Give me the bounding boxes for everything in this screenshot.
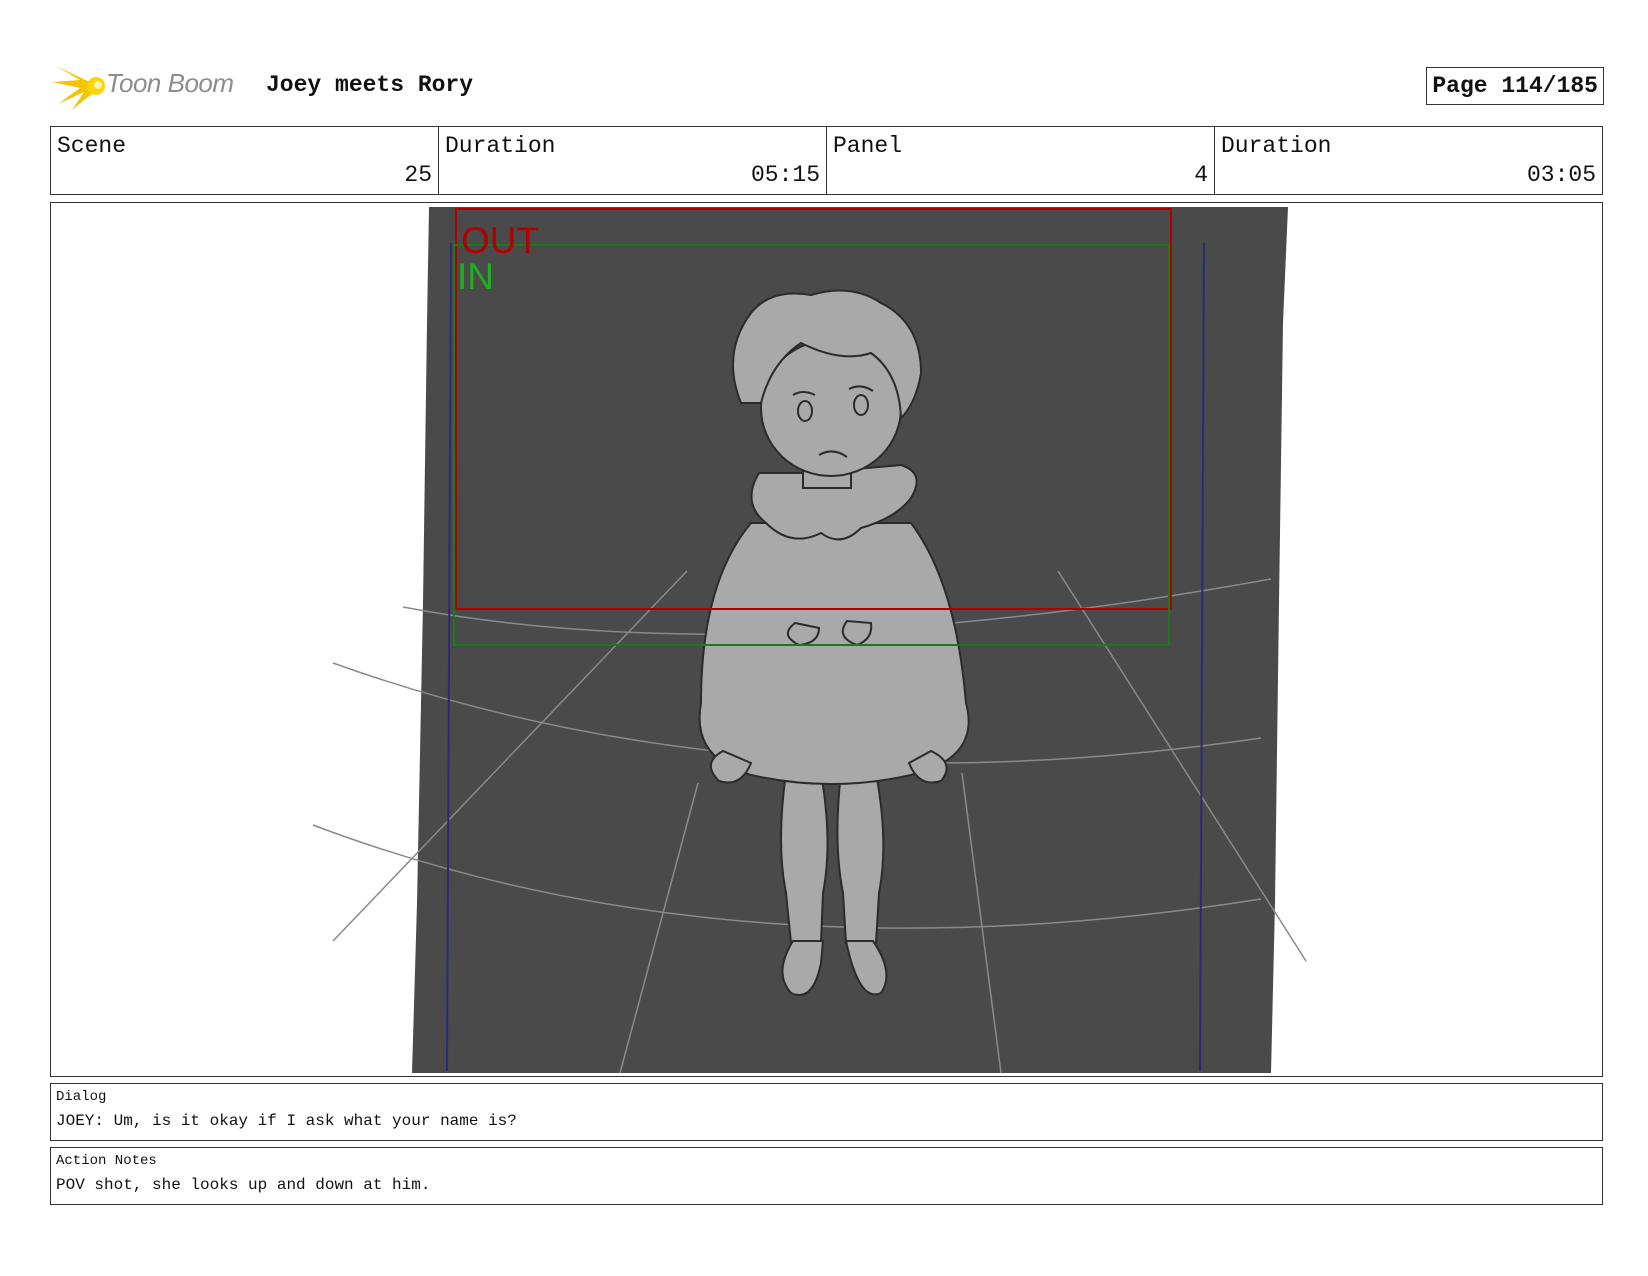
panel-value: 4 (1194, 162, 1208, 188)
scene-duration-cell: Duration 05:15 (439, 127, 827, 194)
scene-info-table: Scene 25 Duration 05:15 Panel 4 Duration… (50, 126, 1603, 195)
panel-label: Panel (833, 133, 903, 159)
scene-label: Scene (57, 133, 127, 159)
dialog-text: JOEY: Um, is it okay if I ask what your … (56, 1112, 517, 1130)
project-title: Joey meets Rory (266, 72, 474, 98)
action-notes-label: Action Notes (56, 1153, 157, 1169)
dialog-label: Dialog (56, 1089, 107, 1105)
scene-duration-value: 05:15 (750, 162, 820, 188)
scene-cell: Scene 25 (51, 127, 439, 194)
action-notes-text: POV shot, she looks up and down at him. (56, 1176, 431, 1194)
scene-value: 25 (404, 162, 432, 188)
panel-duration-label: Duration (1221, 133, 1332, 159)
panel-cell: Panel 4 (827, 127, 1215, 194)
in-label: IN (457, 256, 494, 297)
out-label: OUT (461, 220, 539, 261)
toon-boom-burst-icon (52, 66, 105, 110)
storyboard-panel: OUT IN (50, 202, 1603, 1077)
action-notes-box: Action Notes POV shot, she looks up and … (50, 1147, 1603, 1205)
page-header: Toon Boom Joey meets Rory Page 114/185 (50, 58, 1604, 110)
page-number: Page 114/185 (1426, 67, 1604, 105)
panel-duration-value: 03:05 (1526, 162, 1596, 188)
scene-duration-label: Duration (445, 133, 556, 159)
dialog-box: Dialog JOEY: Um, is it okay if I ask wha… (50, 1083, 1603, 1141)
logo-text: Toon Boom (106, 68, 234, 98)
panel-duration-cell: Duration 03:05 (1215, 127, 1602, 194)
toon-boom-logo: Toon Boom (50, 60, 250, 110)
panel-drawing: OUT IN (312, 207, 1307, 1074)
